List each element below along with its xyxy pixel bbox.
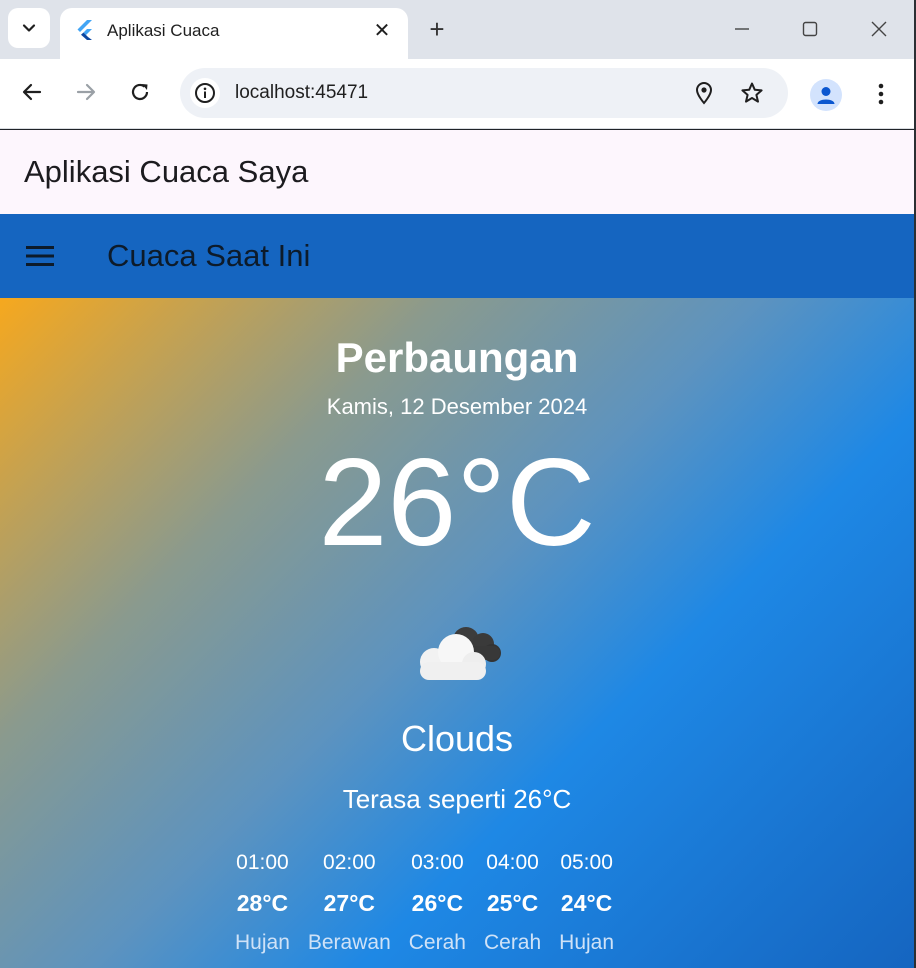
hourly-desc: Hujan	[559, 931, 615, 954]
hourly-temp: 28°C	[236, 890, 289, 916]
maximize-icon	[802, 21, 818, 37]
location-pin-icon	[695, 82, 713, 105]
hourly-desc: Cerah	[408, 931, 466, 954]
hourly-time: 04:00	[486, 851, 539, 874]
hourly-time: 03:00	[411, 851, 464, 874]
hourly-desc: Hujan	[235, 931, 290, 954]
tab-title: Aplikasi Cuaca	[107, 21, 220, 40]
flutter-logo-icon	[77, 20, 92, 40]
chevron-down-icon	[22, 24, 36, 32]
star-icon	[741, 82, 763, 103]
feels-like: Terasa seperti 26°C	[342, 784, 572, 814]
hourly-temp: 27°C	[323, 890, 376, 916]
tab-search-button[interactable]	[8, 8, 50, 48]
minimize-button[interactable]	[727, 14, 757, 44]
hourly-forecast: 01:00 28°C Hujan 02:00 27°C Berawan 03:0…	[226, 850, 623, 956]
bookmark-button[interactable]	[739, 80, 765, 106]
hourly-desc: Cerah	[483, 931, 542, 954]
hourly-time: 05:00	[560, 851, 613, 874]
browser-toolbar: localhost:45471	[0, 59, 914, 129]
hourly-temp: 26°C	[411, 890, 464, 916]
browser-menu-button[interactable]	[866, 79, 896, 109]
hourly-time: 01:00	[236, 851, 289, 874]
info-icon	[195, 83, 215, 103]
maximize-button[interactable]	[795, 14, 825, 44]
address-bar[interactable]: localhost:45471	[180, 68, 788, 118]
more-vert-icon	[878, 83, 884, 105]
tab-close-icon[interactable]: ✕	[370, 18, 394, 42]
reload-icon	[131, 83, 149, 101]
current-temperature: 26°C	[318, 434, 596, 572]
hourly-item: 01:00 28°C Hujan	[226, 850, 299, 956]
hourly-temp: 25°C	[486, 890, 539, 916]
hourly-item: 03:00 26°C Cerah	[400, 850, 475, 956]
screen-appbar: Cuaca Saat Ini	[0, 214, 914, 298]
app-title: Aplikasi Cuaca Saya	[24, 154, 309, 189]
location-button[interactable]	[691, 80, 717, 106]
window-close-button[interactable]	[864, 14, 894, 44]
screen-title: Cuaca Saat Ini	[107, 238, 311, 273]
browser-tab[interactable]: Aplikasi Cuaca ✕	[60, 8, 408, 59]
city-name: Perbaungan	[335, 334, 579, 381]
forward-button[interactable]	[71, 77, 101, 107]
arrow-right-icon	[76, 83, 96, 101]
profile-button[interactable]	[810, 79, 842, 111]
browser-tab-strip: Aplikasi Cuaca ✕ +	[0, 0, 914, 59]
clouds-icon	[420, 627, 501, 680]
hourly-item: 05:00 24°C Hujan	[550, 850, 623, 956]
hamburger-menu-icon[interactable]	[24, 242, 58, 270]
weather-condition: Clouds	[400, 718, 514, 759]
reload-button[interactable]	[125, 77, 155, 107]
site-info-button[interactable]	[190, 78, 220, 108]
current-date: Kamis, 12 Desember 2024	[326, 394, 588, 419]
url-text[interactable]: localhost:45471	[235, 82, 368, 104]
hourly-temp: 24°C	[560, 890, 613, 916]
hourly-desc: Berawan	[307, 931, 391, 954]
close-icon	[871, 21, 887, 37]
hourly-time: 02:00	[323, 851, 376, 874]
app-header: Aplikasi Cuaca Saya	[0, 130, 914, 214]
new-tab-button[interactable]: +	[422, 14, 452, 44]
minimize-icon	[735, 28, 749, 30]
arrow-left-icon	[22, 83, 42, 101]
hourly-item: 04:00 25°C Cerah	[475, 850, 550, 956]
app-viewport: Aplikasi Cuaca Saya Cuaca Saat Ini Perba…	[0, 130, 914, 968]
avatar-icon	[817, 87, 835, 104]
hourly-item: 02:00 27°C Berawan	[299, 850, 400, 956]
weather-panel: Perbaungan Kamis, 12 Desember 2024 26°C …	[0, 298, 914, 968]
back-button[interactable]	[17, 77, 47, 107]
